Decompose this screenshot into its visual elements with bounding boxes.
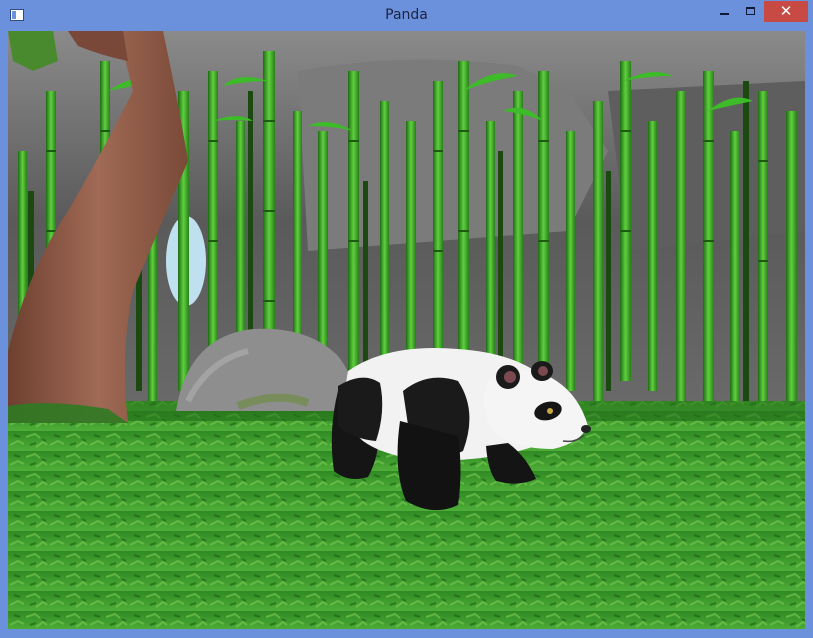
close-icon: ✕: [779, 2, 793, 20]
title-bar[interactable]: Panda ✕: [0, 0, 813, 31]
minimize-button[interactable]: [712, 1, 736, 21]
minimize-icon: [719, 13, 729, 15]
game-scene: [8, 31, 805, 629]
maximize-icon: [745, 7, 755, 15]
distant-cliff: [298, 59, 608, 251]
window-title: Panda: [385, 7, 428, 23]
close-button[interactable]: ✕: [764, 1, 808, 22]
game-viewport[interactable]: [8, 31, 805, 629]
maximize-button[interactable]: [738, 1, 762, 21]
app-window: Panda ✕: [0, 0, 813, 638]
